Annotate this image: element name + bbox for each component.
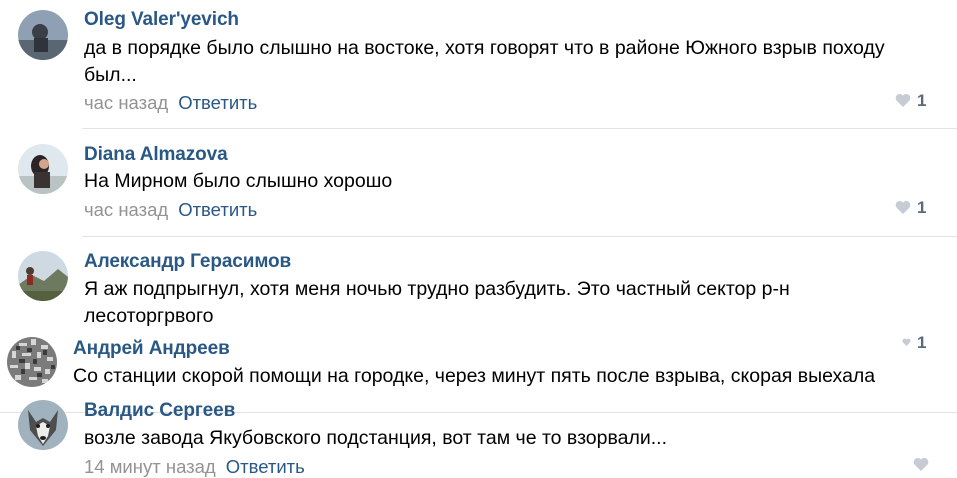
heart-icon — [902, 338, 911, 346]
comment-meta: час назад Ответить — [84, 92, 257, 114]
reply-button[interactable]: Ответить — [226, 456, 305, 477]
comment-text: Я аж подпрыгнул, хотя меня ночью трудно … — [84, 276, 790, 330]
avatar[interactable] — [7, 337, 57, 387]
like-button[interactable]: 1 — [895, 198, 926, 218]
comment-text-line: Я аж подпрыгнул, хотя меня ночью трудно … — [84, 278, 790, 300]
like-count: 1 — [917, 198, 927, 217]
comment-meta: 14 минут назад Ответить — [84, 456, 305, 478]
comment-text-line: Со станции скорой помощи на городке, чер… — [73, 365, 876, 387]
like-button[interactable]: 1 — [895, 91, 926, 111]
comment-text-line: лесоторгрвого — [84, 305, 214, 327]
like-count: 1 — [917, 333, 927, 352]
comment-item: Валдис Сергеев возле завода Якубовского … — [0, 393, 957, 477]
avatar[interactable] — [18, 251, 68, 301]
comment-author[interactable]: Андрей Андреев — [73, 338, 230, 360]
comment-author[interactable]: Diana Almazova — [84, 144, 228, 166]
comment-text-line: да в порядке было слышно на востоке, хот… — [84, 37, 885, 59]
heart-icon — [895, 93, 911, 107]
comment-item: Андрей Андреев Со станции скорой помощи … — [0, 333, 957, 393]
comment-author[interactable]: Александр Герасимов — [84, 251, 291, 273]
comment-text: Со станции скорой помощи на городке, чер… — [73, 363, 875, 390]
comment-text: да в порядке было слышно на востоке, хот… — [84, 35, 885, 89]
reply-button[interactable]: Ответить — [178, 199, 257, 220]
comment-text: возле завода Якубовского подстанция, вот… — [84, 425, 667, 452]
comment-item: Oleg Valer'yevich да в порядке было слыш… — [0, 0, 957, 128]
avatar[interactable] — [18, 10, 68, 60]
comment-text-line: возле завода Якубовского подстанция, вот… — [84, 427, 667, 449]
comment-author[interactable]: Oleg Valer'yevich — [84, 9, 239, 31]
avatar[interactable] — [18, 144, 68, 194]
comment-text-line: был... — [84, 64, 137, 86]
like-button[interactable]: 1 — [902, 333, 926, 353]
comment-author[interactable]: Валдис Сергеев — [84, 400, 235, 422]
avatar[interactable] — [18, 400, 68, 450]
comment-time[interactable]: час назад — [84, 92, 168, 113]
comment-item: Diana Almazova На Мирном было слышно хор… — [0, 129, 957, 236]
comment-text-line: На Мирном было слышно хорошо — [84, 170, 393, 192]
heart-icon — [895, 200, 911, 214]
comment-text: На Мирном было слышно хорошо — [84, 168, 392, 195]
like-count: 1 — [917, 91, 927, 110]
like-button[interactable] — [913, 455, 935, 475]
comment-time[interactable]: час назад — [84, 199, 168, 220]
heart-icon — [913, 457, 929, 471]
comment-item: Александр Герасимов Я аж подпрыгнул, хот… — [0, 237, 957, 333]
comment-meta: час назад Ответить — [84, 199, 257, 221]
reply-button[interactable]: Ответить — [178, 92, 257, 113]
comment-time[interactable]: 14 минут назад — [84, 456, 216, 477]
